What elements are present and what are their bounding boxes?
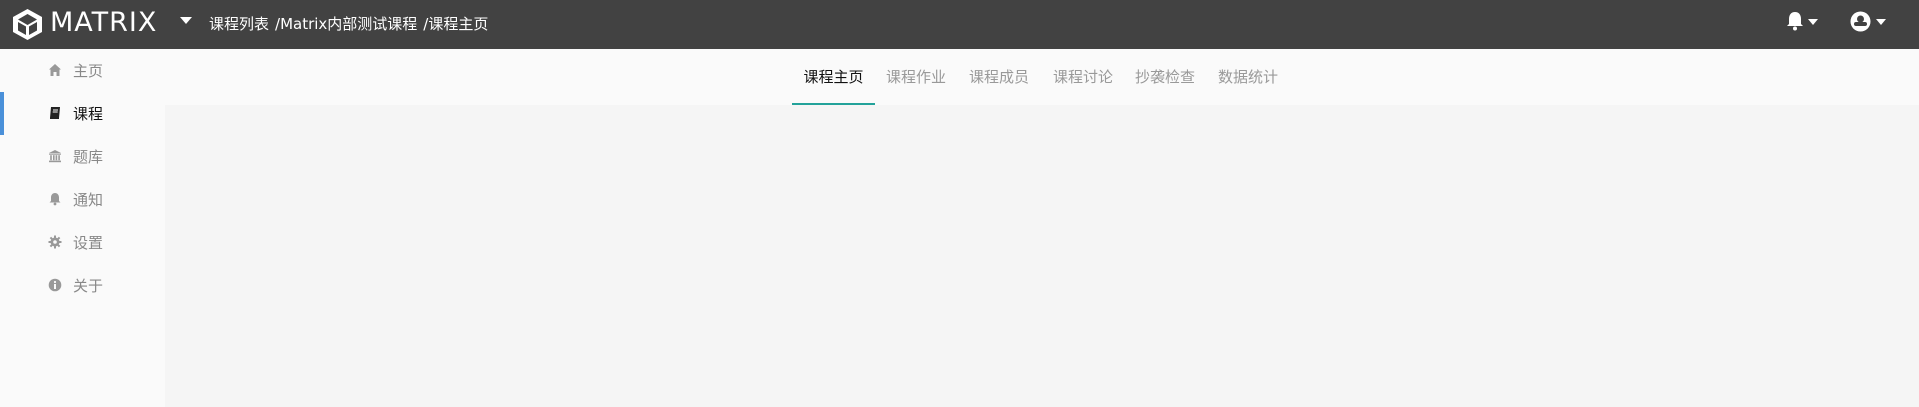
sidebar-item-label: 关于 bbox=[73, 277, 104, 295]
sidebar-item-about[interactable]: 关于 bbox=[0, 264, 165, 307]
chevron-down-icon bbox=[1808, 19, 1818, 25]
notification-button[interactable] bbox=[1786, 11, 1820, 35]
tab-plagiarism-check[interactable]: 抄袭检查 bbox=[1133, 49, 1197, 105]
menu-toggle-caret-icon[interactable] bbox=[180, 17, 192, 24]
sidebar-item-question-bank[interactable]: 题库 bbox=[0, 135, 165, 178]
sidebar-item-course[interactable]: 课程 bbox=[0, 92, 165, 135]
tab-members[interactable]: 课程成员 bbox=[967, 49, 1031, 105]
sidebar-item-label: 题库 bbox=[73, 148, 104, 166]
user-menu-button[interactable] bbox=[1850, 11, 1890, 35]
sidebar: 主页 课程 题库 通知 设置 关于 bbox=[0, 49, 165, 407]
chevron-down-icon bbox=[1876, 19, 1886, 25]
sidebar-item-label: 通知 bbox=[73, 191, 104, 209]
bell-icon bbox=[49, 193, 61, 206]
tab-statistics[interactable]: 数据统计 bbox=[1216, 49, 1280, 105]
user-circle-icon bbox=[1850, 11, 1871, 32]
book-icon bbox=[50, 107, 60, 119]
breadcrumb-course-name[interactable]: /Matrix内部测试课程 bbox=[275, 13, 417, 34]
breadcrumb: 课程列表 /Matrix内部测试课程 /课程主页 bbox=[209, 13, 488, 34]
brand-name[interactable]: MATRIX bbox=[50, 7, 157, 38]
home-icon bbox=[49, 64, 61, 76]
main-content-area bbox=[165, 105, 1919, 407]
sidebar-item-label: 主页 bbox=[73, 62, 104, 80]
tab-assignments[interactable]: 课程作业 bbox=[884, 49, 948, 105]
active-indicator bbox=[0, 92, 4, 135]
top-navbar: MATRIX 课程列表 /Matrix内部测试课程 /课程主页 bbox=[0, 0, 1919, 49]
sidebar-item-home[interactable]: 主页 bbox=[0, 49, 165, 92]
cube-logo-icon[interactable] bbox=[12, 8, 43, 41]
sidebar-item-settings[interactable]: 设置 bbox=[0, 221, 165, 264]
info-icon bbox=[48, 278, 62, 292]
tab-course-home[interactable]: 课程主页 bbox=[792, 49, 875, 105]
tab-discussion[interactable]: 课程讨论 bbox=[1051, 49, 1115, 105]
sidebar-item-label: 课程 bbox=[73, 105, 104, 123]
bell-icon bbox=[1787, 12, 1803, 31]
sidebar-item-label: 设置 bbox=[73, 234, 104, 252]
breadcrumb-course-list[interactable]: 课程列表 bbox=[209, 13, 269, 34]
breadcrumb-course-home[interactable]: /课程主页 bbox=[423, 13, 488, 34]
sidebar-item-notifications[interactable]: 通知 bbox=[0, 178, 165, 221]
course-tabs: 课程主页 课程作业 课程成员 课程讨论 抄袭检查 数据统计 bbox=[165, 49, 1919, 105]
bank-icon bbox=[49, 150, 61, 163]
gear-icon bbox=[48, 235, 62, 249]
